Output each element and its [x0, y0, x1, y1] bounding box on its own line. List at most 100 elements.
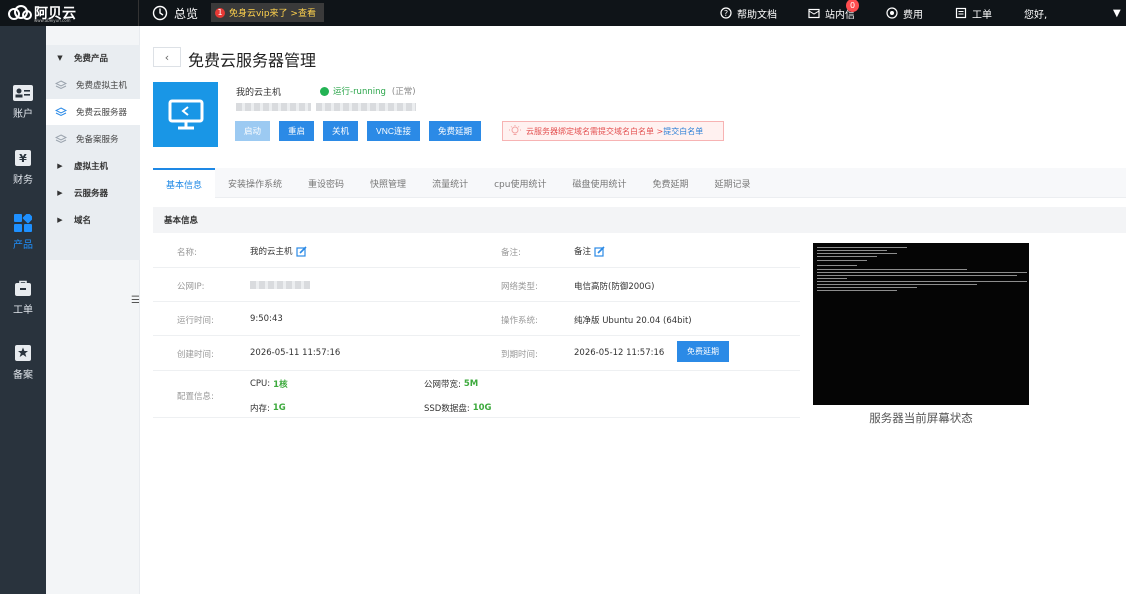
layers-icon: [46, 79, 76, 91]
user-menu[interactable]: 您好,: [1024, 5, 1047, 21]
page-title: 免费云服务器管理: [188, 51, 317, 70]
tab-basic-info[interactable]: 基本信息: [153, 168, 216, 198]
promo-count: 1: [215, 7, 225, 18]
subnav-free-server[interactable]: 免费云服务器: [46, 99, 140, 125]
nav-record-label: 备案: [13, 369, 33, 381]
name-label: 名称:: [177, 248, 197, 258]
subnav-free-vhost[interactable]: 免费虚拟主机: [46, 72, 140, 98]
tab-install-os[interactable]: 安装操作系统: [215, 168, 295, 198]
edit-icon[interactable]: [594, 245, 605, 257]
extend-button[interactable]: 免费延期: [429, 121, 482, 141]
svg-text:?: ?: [724, 9, 728, 18]
chevron-right-icon: ▶: [57, 162, 63, 170]
cpu-value: 1核: [273, 380, 288, 390]
section-title: 基本信息: [153, 207, 1126, 233]
main-sidebar: 账户 ¥ 财务 产品 工单 备案: [0, 26, 46, 594]
uptime-value: 9:50:43: [250, 314, 283, 324]
tab-snapshots[interactable]: 快照管理: [357, 168, 419, 198]
disk-wrap: SSD数据盘: 10G: [424, 402, 492, 414]
mem-value: 1G: [272, 403, 286, 413]
created-value: 2026-05-11 11:57:16: [250, 348, 341, 358]
name-value: 我的云主机: [250, 247, 293, 257]
redacted-field: [316, 103, 416, 111]
logo[interactable]: 阿贝云 www.abeiyun.com: [6, 2, 78, 24]
subnav-free-server-label: 免费云服务器: [76, 108, 128, 118]
promo-banner[interactable]: 1 免身云vip来了 >查看: [211, 3, 324, 22]
nav-product[interactable]: 产品: [0, 202, 46, 262]
start-button[interactable]: 启动: [235, 121, 271, 141]
group-domain[interactable]: ▶ 域名: [46, 207, 140, 233]
bandwidth-wrap: 公网带宽: 5M: [424, 378, 478, 390]
console-screenshot[interactable]: [813, 243, 1029, 405]
tab-reset-password[interactable]: 重设密码: [295, 168, 357, 198]
product-subnav: ▼ 免费产品 免费虚拟主机 免费云服务器 免备案服务 ▶ 虚拟主机 ▶ 云服务器…: [46, 26, 140, 594]
fees-link[interactable]: 费用: [886, 5, 923, 21]
remark-value: 备注: [574, 247, 592, 257]
layers-icon: [46, 133, 76, 145]
group-cloud-label: 云服务器: [74, 189, 109, 199]
help-link[interactable]: ? 帮助文档: [720, 5, 777, 21]
back-button[interactable]: ‹: [153, 47, 181, 67]
tab-disk-usage[interactable]: 磁盘使用统计: [559, 168, 639, 198]
nav-tickets[interactable]: 工单: [0, 267, 46, 327]
tickets-link[interactable]: 工单: [955, 5, 992, 21]
cpu-label: CPU:: [250, 379, 271, 389]
bulb-icon: [509, 125, 521, 135]
tab-extend-log[interactable]: 延期记录: [701, 168, 763, 198]
overview-link[interactable]: 总览: [152, 4, 198, 22]
group-cloud[interactable]: ▶ 云服务器: [46, 180, 140, 206]
user-dropdown[interactable]: ▼: [1113, 5, 1121, 21]
mem-label: 内存:: [250, 404, 270, 414]
mail-icon: [808, 8, 820, 18]
submit-whitelist-link[interactable]: 提交白名单: [663, 126, 703, 137]
divider: [138, 0, 139, 26]
shutdown-button[interactable]: 关机: [323, 121, 359, 141]
tab-traffic[interactable]: 流量统计: [419, 168, 481, 198]
nav-finance[interactable]: ¥ 财务: [0, 137, 46, 197]
remark-label: 备注:: [501, 248, 521, 258]
mem-wrap: 内存: 1G: [250, 402, 286, 414]
vnc-button[interactable]: VNC连接: [367, 121, 420, 141]
tab-cpu-usage[interactable]: cpu使用统计: [481, 168, 559, 198]
subnav-free-vhost-label: 免费虚拟主机: [76, 81, 128, 91]
action-bar: 启动 重启 关机 VNC连接 免费延期: [235, 121, 482, 141]
messages-link[interactable]: 站内信 0: [808, 0, 859, 21]
help-label: 帮助文档: [737, 9, 777, 21]
help-icon: ?: [720, 7, 732, 19]
bag-icon: [15, 280, 31, 296]
info-row: 配置信息: CPU: 1核 公网带宽: 5M 内存: 1G SSD数据盘: 10…: [153, 371, 800, 418]
expire-label: 到期时间:: [501, 350, 538, 360]
config-label: 配置信息:: [177, 392, 214, 402]
finance-icon: ¥: [15, 149, 31, 166]
grid-icon: [14, 213, 32, 232]
net-value: 电信高防(防御200G): [574, 282, 655, 292]
nav-account-label: 账户: [13, 108, 33, 120]
subnav-free-record[interactable]: 免备案服务: [46, 126, 140, 152]
clock-icon: [152, 5, 168, 21]
promo-text: 免身云vip来了 >查看: [229, 9, 316, 19]
nav-record[interactable]: 备案: [0, 332, 46, 392]
ticket-icon: [955, 7, 967, 19]
notice-text: 云服务器绑定域名需提交域名白名单 >: [526, 126, 664, 136]
edit-icon[interactable]: [295, 245, 307, 257]
top-bar: 阿贝云 www.abeiyun.com 总览 1 免身云vip来了 >查看 ? …: [0, 0, 1126, 26]
fee-icon: [886, 7, 898, 19]
extend-small-button[interactable]: 免费延期: [677, 341, 729, 362]
tab-free-extend[interactable]: 免费延期: [639, 168, 701, 198]
disk-value: 10G: [472, 403, 492, 413]
fees-label: 费用: [903, 9, 923, 21]
chevron-down-icon: ▼: [1113, 7, 1121, 19]
info-row: 公网IP: 网络类型: 电信高防(防御200G): [153, 268, 800, 302]
tab-bar: 基本信息 安装操作系统 重设密码 快照管理 流量统计 cpu使用统计 磁盘使用统…: [153, 168, 1126, 198]
host-name: 我的云主机: [236, 88, 282, 98]
cpu-wrap: CPU: 1核: [250, 378, 288, 390]
group-vhost[interactable]: ▶ 虚拟主机: [46, 153, 140, 179]
nav-finance-label: 财务: [13, 174, 33, 186]
group-free-products[interactable]: ▼ 免费产品: [46, 45, 140, 71]
restart-button[interactable]: 重启: [279, 121, 315, 141]
bandwidth-value: 5M: [463, 379, 479, 389]
greeting: 您好,: [1024, 9, 1048, 21]
name-value-wrap: 我的云主机: [250, 245, 307, 257]
created-label: 创建时间:: [177, 350, 214, 360]
nav-account[interactable]: 账户: [0, 72, 46, 132]
